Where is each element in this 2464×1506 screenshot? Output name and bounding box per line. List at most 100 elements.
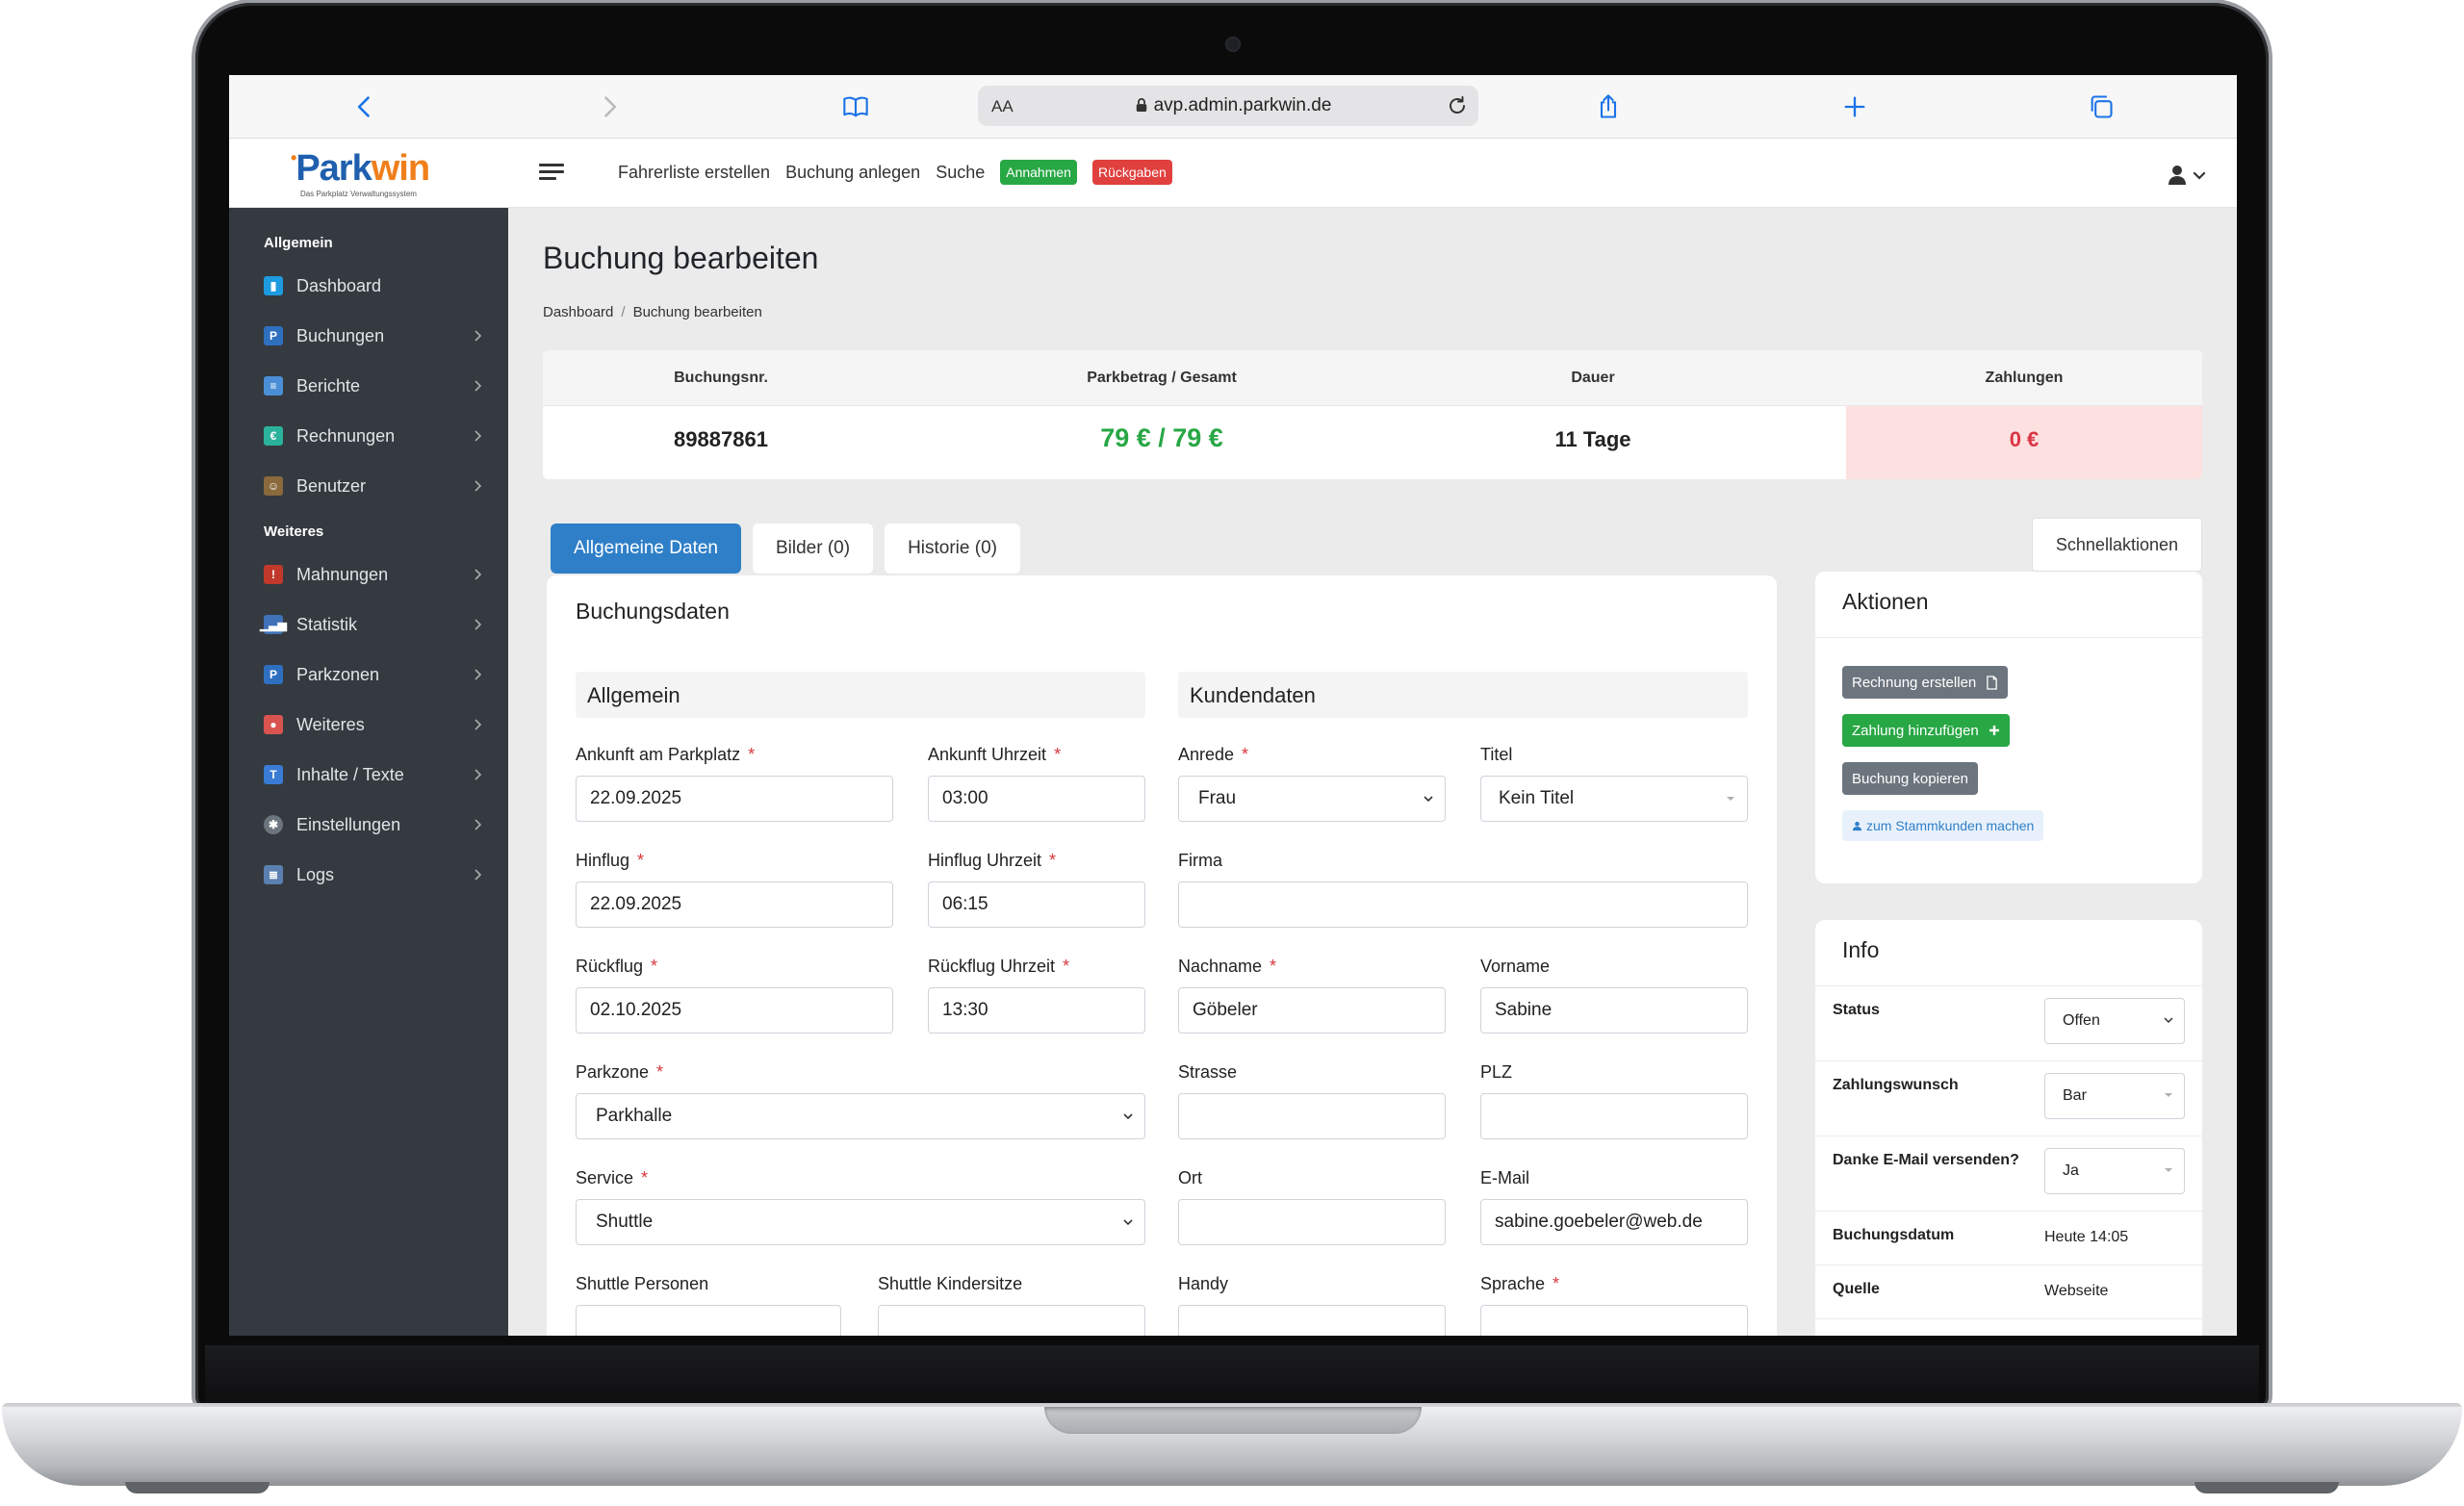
chevron-down-icon — [1727, 797, 1734, 801]
sidebar-item-users[interactable]: ☺ Benutzer — [264, 472, 485, 500]
street-input[interactable] — [1178, 1093, 1446, 1139]
new-tab-icon[interactable] — [1838, 90, 1871, 123]
title-label: Titel — [1480, 745, 1513, 764]
breadcrumb-dashboard[interactable]: Dashboard — [543, 304, 613, 320]
chevron-down-icon — [1123, 1219, 1133, 1226]
info-row-source: Quelle Webseite — [1815, 1265, 2202, 1319]
chevron-right-icon — [475, 869, 482, 881]
nav-create-booking[interactable]: Buchung anlegen — [785, 163, 920, 183]
zip-input[interactable] — [1480, 1093, 1748, 1139]
shuttle-child-seats-label: Shuttle Kindersitze — [878, 1274, 1023, 1293]
service-label: Service * — [576, 1168, 649, 1187]
outbound-date-input[interactable]: 22.09.2025 — [576, 881, 893, 928]
users-icon: ☺ — [264, 476, 283, 496]
text-icon: T — [264, 765, 283, 784]
chevron-down-icon — [2164, 1017, 2173, 1024]
bookmarks-icon[interactable] — [839, 90, 872, 123]
tab-general-data[interactable]: Allgemeine Daten — [551, 523, 741, 574]
sidebar-item-more[interactable]: ● Weiteres — [264, 710, 485, 739]
sidebar-item-invoices[interactable]: € Rechnungen — [264, 421, 485, 450]
status-select[interactable]: Offen — [2044, 998, 2185, 1044]
sidebar-item-settings[interactable]: ✱ Einstellungen — [264, 810, 485, 839]
return-date-input[interactable]: 02.10.2025 — [576, 987, 893, 1034]
make-regular-customer-button[interactable]: zum Stammkunden machen — [1842, 810, 2044, 841]
user-menu-icon[interactable] — [2168, 164, 2210, 187]
chevron-right-icon — [475, 769, 482, 780]
tabs-overview-icon[interactable] — [2085, 90, 2118, 123]
sidebar-item-reminders[interactable]: ! Mahnungen — [264, 560, 485, 589]
parkwin-logo[interactable]: •Parkwin Das Parkplatz Verwaltungssystem — [291, 148, 445, 198]
company-input[interactable] — [1178, 881, 1748, 928]
laptop-notch — [1044, 1407, 1422, 1434]
street-label: Strasse — [1178, 1062, 1238, 1082]
sidebar: Allgemein ▮ Dashboard P Buchungen ≡ Bericht… — [229, 208, 508, 1336]
shuttle-child-seats-input[interactable] — [878, 1305, 1145, 1336]
breadcrumb-current: Buchung bearbeiten — [632, 304, 762, 320]
screen: AA avp.admin.parkwin.de •Parkwin Das Par… — [229, 75, 2237, 1336]
back-icon[interactable] — [348, 90, 381, 123]
chevron-right-icon — [475, 669, 482, 680]
language-select[interactable] — [1480, 1305, 1748, 1336]
return-time-input[interactable]: 13:30 — [928, 987, 1145, 1034]
forward-icon[interactable] — [593, 90, 626, 123]
summary-value: 0 € — [2009, 427, 2040, 451]
chevron-down-icon — [1123, 1113, 1133, 1120]
add-payment-button[interactable]: Zahlung hinzufügen — [1842, 714, 2010, 747]
service-select[interactable]: Shuttle — [576, 1199, 1145, 1245]
first-name-input[interactable]: Sabine — [1480, 987, 1748, 1034]
arrivals-badge[interactable]: Annahmen — [1000, 160, 1077, 185]
last-name-input[interactable]: Göbeler — [1178, 987, 1446, 1034]
info-row-payment-preference: Zahlungswunsch Bar — [1815, 1061, 2202, 1136]
menu-toggle-icon[interactable] — [539, 164, 564, 185]
sidebar-item-statistics[interactable]: ▁▃▅ Statistik — [260, 610, 485, 639]
address-bar[interactable]: AA avp.admin.parkwin.de — [978, 86, 1478, 126]
main-content: Buchung bearbeiten Dashboard / Buchung bea… — [508, 208, 2237, 1336]
report-icon: ≡ — [264, 376, 283, 396]
mobile-label: Handy — [1178, 1274, 1229, 1293]
nav-driver-list[interactable]: Fahrerliste erstellen — [618, 163, 770, 183]
title-select[interactable]: Kein Titel — [1480, 776, 1748, 822]
lock-icon — [1136, 98, 1146, 112]
shuttle-persons-input[interactable] — [576, 1305, 841, 1336]
zone-select[interactable]: Parkhalle — [576, 1093, 1145, 1139]
city-input[interactable] — [1178, 1199, 1446, 1245]
tab-history[interactable]: Historie (0) — [885, 523, 1020, 574]
top-navigation: Fahrerliste erstellen Buchung anlegen Su… — [618, 160, 1172, 185]
sidebar-item-reports[interactable]: ≡ Berichte — [264, 371, 485, 400]
sidebar-item-dashboard[interactable]: ▮ Dashboard — [264, 271, 485, 300]
share-icon[interactable] — [1592, 90, 1625, 123]
payment-preference-select[interactable]: Bar — [2044, 1073, 2185, 1119]
salutation-label: Anrede * — [1178, 745, 1249, 764]
salutation-select[interactable]: Frau — [1178, 776, 1446, 822]
email-input[interactable]: sabine.goebeler@web.de — [1480, 1199, 1748, 1245]
sidebar-item-logs[interactable]: ≣ Logs — [264, 860, 485, 889]
logo-subtitle: Das Parkplatz Verwaltungssystem — [300, 190, 417, 198]
sidebar-item-content-texts[interactable]: T Inhalte / Texte — [264, 760, 485, 789]
sidebar-item-parking-zones[interactable]: P Parkzonen — [264, 660, 485, 689]
card-title: Buchungsdaten — [576, 599, 730, 624]
info-card: Info Status Offen Zahlungswunsch Bar Dan… — [1815, 920, 2202, 1336]
quick-actions-button[interactable]: Schnellaktionen — [2031, 518, 2202, 572]
thanks-email-select[interactable]: Ja — [2044, 1148, 2185, 1194]
reload-icon[interactable] — [1446, 94, 1469, 117]
mobile-input[interactable] — [1178, 1305, 1446, 1336]
returns-badge[interactable]: Rückgaben — [1091, 160, 1172, 185]
sidebar-item-label: Berichte — [296, 375, 361, 396]
create-invoice-button[interactable]: Rechnung erstellen — [1842, 666, 2009, 699]
create-invoice-label: Rechnung erstellen — [1852, 674, 1977, 691]
sidebar-item-label: Mahnungen — [296, 564, 389, 584]
add-payment-label: Zahlung hinzufügen — [1852, 722, 1979, 739]
booking-summary: Buchungsnr. 89887861 Parkbetrag / Gesamt… — [543, 350, 2202, 479]
arrival-time-input[interactable]: 03:00 — [928, 776, 1145, 822]
settings-icon: ✱ — [264, 815, 283, 834]
logs-icon: ≣ — [264, 865, 283, 884]
nav-search[interactable]: Suche — [936, 163, 985, 183]
outbound-time-input[interactable]: 06:15 — [928, 881, 1145, 928]
sidebar-item-bookings[interactable]: P Buchungen — [264, 321, 485, 350]
chevron-right-icon — [475, 619, 482, 630]
info-row-status: Status Offen — [1815, 986, 2202, 1061]
summary-header: Buchungsnr. — [674, 370, 768, 386]
tab-images[interactable]: Bilder (0) — [752, 523, 874, 574]
copy-booking-button[interactable]: Buchung kopieren — [1842, 762, 1978, 795]
arrival-date-input[interactable]: 22.09.2025 — [576, 776, 893, 822]
